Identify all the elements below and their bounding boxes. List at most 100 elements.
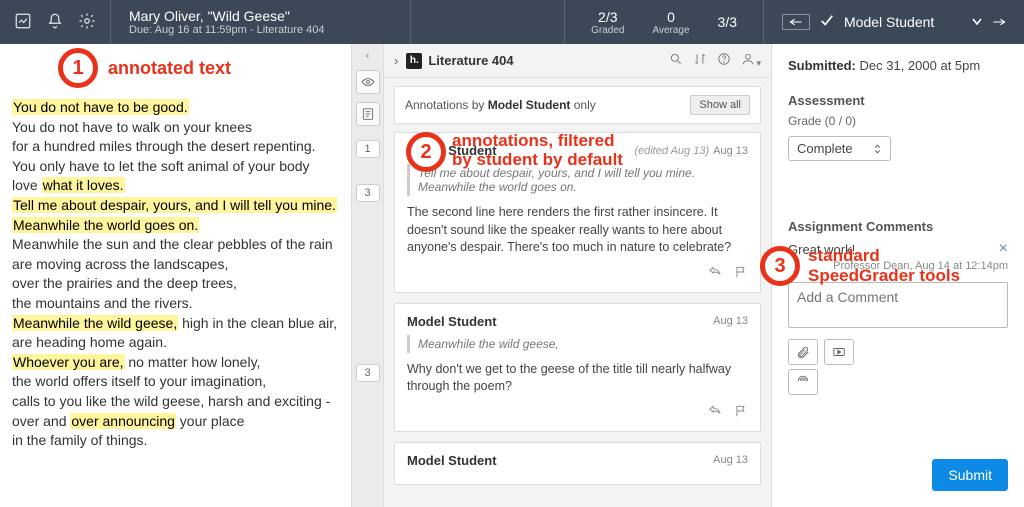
annotation-dates: Aug 13 [709, 315, 748, 327]
highlight[interactable]: Tell me about despair, yours, and I will… [12, 197, 337, 213]
submitted-value: Dec 31, 2000 at 5pm [860, 58, 981, 73]
document-line: calls to you like the wild geese, harsh … [12, 392, 341, 412]
show-all-button[interactable]: Show all [690, 95, 750, 115]
settings-icon[interactable] [78, 12, 96, 33]
prev-student-button[interactable] [782, 14, 810, 30]
annotation-card[interactable]: Model Student Aug 13 [394, 442, 761, 485]
filter-student-name: Model Student [488, 98, 571, 112]
delete-comment-icon[interactable]: × [999, 240, 1008, 258]
annotation-card[interactable]: Model Student(edited Aug 13)Aug 13Tell m… [394, 132, 761, 293]
annotations-column: ‹ 1 3 3 › h. Literature 404 ▾ [352, 44, 772, 507]
annotations-toolbar: ▾ [669, 52, 761, 69]
topbar-left-icons [0, 0, 111, 44]
student-dropdown-icon[interactable] [972, 18, 982, 26]
stat-graded: 2/3 Graded [591, 9, 624, 36]
filter-text: Annotations by Model Student only [405, 98, 596, 112]
submission-complete-icon [820, 14, 834, 31]
stat-graded-value: 2/3 [591, 9, 624, 25]
document-line: Meanwhile the sun and the clear pebbles … [12, 235, 341, 255]
annotations-filter-row: Annotations by Model Student only Show a… [394, 86, 761, 124]
grading-stats: 2/3 Graded 0 Average 3/3 [564, 0, 764, 44]
filter-suffix: only [570, 98, 595, 112]
next-student-button[interactable] [992, 16, 1006, 28]
note-button[interactable] [356, 102, 380, 126]
annotations-gutter: ‹ 1 3 3 [352, 44, 384, 507]
document-line: Meanwhile the wild geese, high in the cl… [12, 314, 341, 334]
visibility-toggle-button[interactable] [356, 70, 380, 94]
document-line: Whoever you are, no matter how lonely, [12, 353, 341, 373]
student-selector: Model Student [764, 0, 1024, 44]
stat-graded-label: Graded [591, 25, 624, 36]
user-menu-icon[interactable]: ▾ [741, 52, 761, 69]
highlight[interactable]: Whoever you are, [12, 354, 125, 370]
assignment-title-block: Mary Oliver, "Wild Geese" Due: Aug 16 at… [111, 0, 411, 44]
filter-prefix: Annotations by [405, 98, 488, 112]
speech-recognition-button[interactable] [788, 369, 818, 395]
grade-select[interactable]: Complete [788, 136, 891, 161]
search-icon[interactable] [669, 52, 683, 69]
document-line: Tell me about despair, yours, and I will… [12, 196, 341, 216]
flag-icon[interactable] [734, 404, 748, 421]
annotation-quote: Meanwhile the wild geese, [407, 335, 748, 353]
sort-icon[interactable] [693, 52, 707, 69]
annotation-dates: (edited Aug 13)Aug 13 [634, 145, 748, 157]
annotations-body: › h. Literature 404 ▾ Annotations by Mod… [384, 44, 771, 507]
hypothesis-logo-icon: h. [406, 53, 422, 69]
gutter-count[interactable]: 3 [356, 364, 380, 382]
stat-count: 3/3 [718, 14, 737, 30]
document-line: You do not have to walk on your knees [12, 118, 341, 138]
comment-row: Great work! × [788, 240, 1008, 258]
stat-average-value: 0 [652, 9, 689, 25]
help-icon[interactable] [717, 52, 731, 69]
gutter-count[interactable]: 1 [356, 140, 380, 158]
submit-button[interactable]: Submit [932, 459, 1008, 491]
attachment-row-2 [788, 369, 1008, 395]
chevron-right-icon[interactable]: › [394, 53, 398, 68]
document-line: You do not have to be good. [12, 98, 341, 118]
document-line: for a hundred miles through the desert r… [12, 137, 341, 157]
highlight[interactable]: Meanwhile the wild geese, [12, 315, 178, 331]
attach-file-button[interactable] [788, 339, 818, 365]
flag-icon[interactable] [734, 265, 748, 282]
media-comment-button[interactable] [824, 339, 854, 365]
document-line: in the family of things. [12, 431, 341, 451]
annotation-author: Model Student [407, 453, 497, 468]
document-column: You do not have to be good. You do not ha… [0, 44, 352, 507]
add-comment-input[interactable] [788, 282, 1008, 328]
comment-text: Great work! [788, 242, 855, 257]
document-line: are heading home again. [12, 333, 341, 353]
document-line: love what it loves. [12, 176, 341, 196]
annotation-dates: Aug 13 [709, 454, 748, 466]
highlight[interactable]: over announcing [70, 413, 176, 429]
highlight[interactable]: what it loves. [42, 177, 125, 193]
attachment-row [788, 339, 1008, 365]
annotation-cards-list: Model Student(edited Aug 13)Aug 13Tell m… [384, 132, 771, 505]
chevron-left-icon[interactable]: ‹ [366, 50, 370, 62]
speedgrader-topbar: Mary Oliver, "Wild Geese" Due: Aug 16 at… [0, 0, 1024, 44]
annotation-card[interactable]: Model StudentAug 13Meanwhile the wild ge… [394, 303, 761, 432]
annotation-body: The second line here renders the first r… [407, 204, 748, 257]
annotation-author: Model Student [407, 143, 497, 158]
gradebook-icon[interactable] [14, 12, 32, 33]
assignment-title[interactable]: Mary Oliver, "Wild Geese" [129, 8, 392, 24]
assessment-heading: Assessment [788, 93, 1008, 108]
assignment-subtitle: Due: Aug 16 at 11:59pm - Literature 404 [129, 24, 392, 36]
speedgrader-panel: Submitted: Dec 31, 2000 at 5pm Assessmen… [772, 44, 1024, 507]
document-line: You only have to let the soft animal of … [12, 157, 341, 177]
reply-icon[interactable] [708, 265, 722, 282]
document-line: the mountains and the rivers. [12, 294, 341, 314]
annotation-body: Why don't we get to the geese of the tit… [407, 361, 748, 396]
course-title: Literature 404 [428, 53, 669, 68]
document-line: Meanwhile the world goes on. [12, 216, 341, 236]
grade-select-value: Complete [797, 141, 853, 156]
document-line: the world offers itself to your imaginat… [12, 372, 341, 392]
notifications-icon[interactable] [46, 12, 64, 33]
current-student-name[interactable]: Model Student [844, 14, 962, 30]
stat-average-label: Average [652, 25, 689, 36]
gutter-count[interactable]: 3 [356, 184, 380, 202]
highlight[interactable]: You do not have to be good. [12, 99, 189, 115]
document-line: over the prairies and the deep trees, [12, 274, 341, 294]
submitted-line: Submitted: Dec 31, 2000 at 5pm [788, 58, 1008, 73]
reply-icon[interactable] [708, 404, 722, 421]
highlight[interactable]: Meanwhile the world goes on. [12, 217, 199, 233]
